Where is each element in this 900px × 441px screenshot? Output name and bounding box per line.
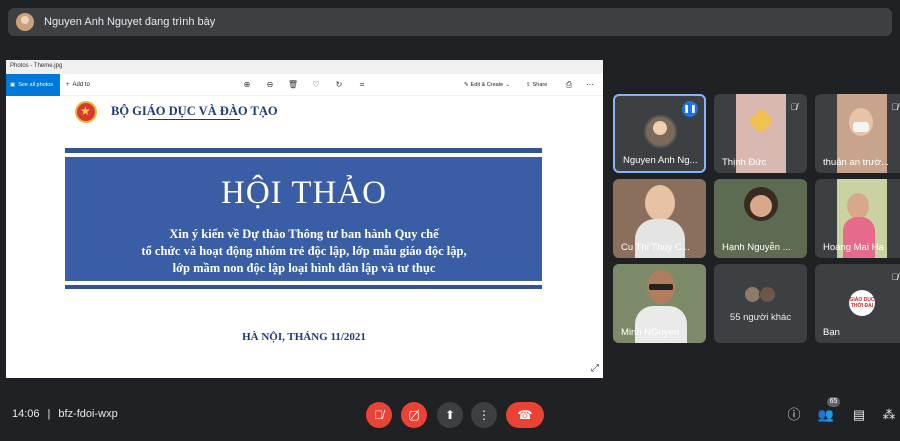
edit-create-button[interactable]: ✎ Edit & Create ⌄ — [464, 74, 510, 96]
clock: 14:06 — [12, 408, 40, 420]
others-group: 55 người khác — [714, 264, 807, 343]
camera-toggle-button[interactable]: ▢̸ — [401, 402, 427, 428]
presenter-text: Nguyen Anh Nguyet đang trình bày — [44, 16, 216, 28]
avatar-face — [653, 121, 667, 135]
mic-off-icon: 🎙̸ — [374, 408, 384, 422]
others-tile[interactable]: 55 người khác — [714, 264, 807, 343]
participant-tile[interactable]: Hạnh Nguyễn ... — [714, 179, 807, 258]
participant-name: Cu Thi Thuy C... — [621, 242, 690, 253]
participant-tile[interactable]: 🎙̸ thuận an trườ... — [815, 94, 900, 173]
chat-icon[interactable]: ▤ — [850, 406, 868, 424]
slide-rule-bottom — [65, 285, 542, 289]
slide-subtitle-line-2: tổ chức và hoạt động nhóm trẻ độc lập, l… — [141, 244, 467, 258]
separator: | — [47, 408, 51, 420]
activities-icon[interactable]: ⁂ — [880, 406, 898, 424]
mic-off-icon: 🎙̸ — [891, 102, 899, 112]
more-options-icon[interactable]: ⋯ — [584, 79, 596, 91]
avatar — [759, 286, 776, 303]
participant-name: Hoang Mai Ha — [823, 242, 884, 253]
participant-name: Minh NGuyen — [621, 327, 680, 338]
others-count: 55 người khác — [729, 312, 792, 323]
participant-name: Thịnh Đức — [722, 157, 767, 168]
plus-icon: + — [66, 82, 70, 88]
share-icon: ⇪ — [526, 82, 531, 88]
presenter-banner: Nguyen Anh Nguyet đang trình bày — [8, 8, 892, 36]
edit-create-label: Edit & Create — [470, 82, 504, 88]
photos-toolbar: ▣ See all photos + Add to ⊕ ⊖ 🗑 ♡ ↻ ⌗ ✎ … — [6, 74, 603, 96]
rotate-icon[interactable]: ↻ — [333, 79, 345, 91]
slide-image: BỘ GIÁO DỤC VÀ ĐÀO TẠO HỘI THẢO Xin ý ki… — [63, 96, 545, 358]
see-all-photos-button[interactable]: ▣ See all photos — [6, 74, 60, 96]
shared-screen: Photos - Theme.jpg ▣ See all photos + Ad… — [6, 60, 603, 378]
face — [750, 195, 772, 217]
mic-toggle-button[interactable]: 🎙̸ — [366, 402, 392, 428]
face — [847, 193, 869, 219]
ministry-underline — [148, 119, 240, 120]
participant-name: thuận an trườ... — [823, 157, 889, 168]
people-icon[interactable]: 👥 — [817, 406, 835, 424]
participant-tile[interactable]: Cu Thi Thuy C... — [613, 179, 706, 258]
window-title: Photos - Theme.jpg — [6, 60, 603, 74]
participant-tile[interactable]: Minh NGuyen — [613, 264, 706, 343]
presenter-avatar — [16, 13, 34, 31]
hangup-button[interactable]: ☎ — [506, 402, 544, 428]
present-button[interactable]: ⬆ — [437, 402, 463, 428]
info-icon[interactable]: ⓘ — [785, 406, 803, 424]
delete-icon[interactable]: 🗑 — [287, 79, 299, 91]
glasses — [649, 284, 673, 290]
slide-footer: HÀ NỘI, THÁNG 11/2021 — [242, 331, 366, 343]
face — [645, 185, 675, 221]
participant-tile[interactable]: 🎙̸ Thịnh Đức — [714, 94, 807, 173]
heart-icon[interactable]: ♡ — [310, 79, 322, 91]
speaking-indicator-icon: ❚❚ — [682, 101, 698, 117]
meet-window: Nguyen Anh Nguyet đang trình bày Photos … — [0, 0, 900, 441]
zoom-in-icon[interactable]: ⊕ — [241, 79, 253, 91]
print-icon[interactable]: ⎙ — [563, 79, 575, 91]
camera-off-icon: ▢̸ — [408, 408, 420, 422]
slide-subtitle-line-3: lớp mầm non độc lập loại hình dân lập và… — [172, 261, 436, 275]
participant-tile[interactable]: Hoang Mai Ha — [815, 179, 900, 258]
expand-icon[interactable]: ⤢ — [591, 363, 599, 374]
share-label: Share — [532, 82, 548, 88]
more-options-button[interactable]: ⋮ — [471, 402, 497, 428]
ministry-title: BỘ GIÁO DỤC VÀ ĐÀO TẠO — [111, 104, 278, 118]
participant-name: Hạnh Nguyễn ... — [722, 242, 791, 253]
meeting-info: 14:06 | bfz-fdoi-wxp — [12, 408, 118, 420]
crop-icon[interactable]: ⌗ — [356, 79, 368, 91]
chevron-down-icon: ⌄ — [505, 82, 510, 88]
edit-icon: ✎ — [464, 82, 469, 88]
add-to-button[interactable]: + Add to — [66, 74, 90, 96]
slide-title: HỘI THẢO — [221, 175, 387, 211]
see-all-label: See all photos — [18, 82, 54, 88]
more-vert-icon: ⋮ — [478, 408, 490, 422]
present-icon: ⬆ — [444, 408, 456, 422]
participant-tile[interactable]: ❚❚ Nguyen Anh Ng... — [613, 94, 706, 173]
slide-rule-top — [65, 148, 542, 153]
participant-name: Bạn — [823, 327, 840, 338]
hangup-icon: ☎ — [517, 408, 533, 422]
mic-off-icon: 🎙̸ — [891, 272, 899, 282]
participant-name: Nguyen Anh Ng... — [623, 155, 698, 166]
mic-off-icon: 🎙̸ — [790, 102, 798, 112]
slide-subtitle-line-1: Xin ý kiến về Dự thảo Thông tư ban hành … — [169, 227, 439, 241]
photos-icon: ▣ — [10, 82, 16, 88]
national-emblem-icon — [75, 101, 97, 123]
self-tile[interactable]: GIÁO DỤC THỜI ĐẠI 🎙̸ Bạn — [815, 264, 900, 343]
add-to-label: Add to — [72, 82, 90, 88]
zoom-out-icon[interactable]: ⊖ — [264, 79, 276, 91]
meeting-code: bfz-fdoi-wxp — [58, 408, 118, 420]
giao-duc-logo: GIÁO DỤC THỜI ĐẠI — [849, 290, 875, 316]
share-button[interactable]: ⇪ Share — [526, 74, 547, 96]
mask — [853, 122, 869, 132]
